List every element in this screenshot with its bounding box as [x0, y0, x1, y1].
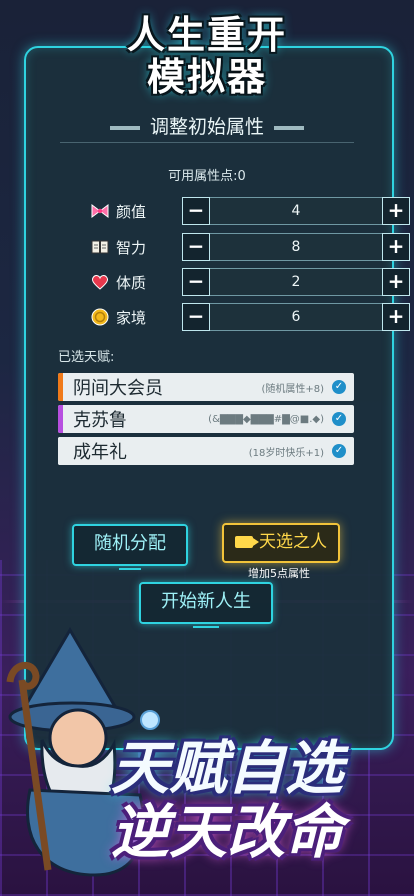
chosen-one-button[interactable]: 天选之人 — [222, 523, 340, 563]
talent-item[interactable]: 克苏鲁 (&▇▇▇◆▇▇▇#▇@■.◆) ✓ — [58, 405, 354, 433]
game-title: 人生重开 模拟器 — [0, 14, 414, 98]
talent-desc: (随机属性+8) — [261, 383, 324, 395]
chosen-one-label: 天选之人 — [259, 532, 327, 552]
button-underline — [193, 626, 219, 628]
book-icon — [90, 237, 110, 257]
increase-button[interactable]: + — [382, 233, 410, 261]
decrease-button[interactable]: − — [182, 268, 210, 296]
title-line-1: 人生重开 — [126, 13, 287, 57]
attribute-value: 4 — [210, 197, 382, 225]
video-camera-icon — [235, 536, 259, 548]
attribute-label: 颜值 — [116, 202, 147, 221]
talent-rarity-bar — [58, 437, 63, 465]
increase-button[interactable]: + — [382, 303, 410, 331]
panel-subtitle: 调整初始属性 — [0, 112, 414, 139]
attribute-value: 2 — [210, 268, 382, 296]
selected-talents-label: 已选天赋: — [58, 350, 115, 365]
talent-name: 阴间大会员 — [73, 378, 163, 399]
promo-line-1: 天赋自选 — [110, 734, 343, 802]
family-stepper: − 6 + — [182, 303, 410, 331]
increase-button[interactable]: + — [382, 197, 410, 225]
coin-icon — [90, 307, 110, 327]
random-allocate-label: 随机分配 — [94, 533, 166, 554]
talent-rarity-bar — [58, 405, 63, 433]
right-deco — [274, 125, 304, 130]
attribute-label: 体质 — [116, 273, 147, 292]
check-icon: ✓ — [332, 380, 346, 394]
heart-icon — [90, 272, 110, 292]
talent-rarity-bar — [58, 373, 63, 401]
start-new-life-button[interactable]: 开始新人生 — [139, 582, 273, 628]
attribute-row-physique: 体质 − 2 + — [90, 268, 410, 296]
check-icon: ✓ — [332, 444, 346, 458]
talent-name: 克苏鲁 — [73, 410, 127, 431]
talent-item[interactable]: 阴间大会员 (随机属性+8) ✓ — [58, 373, 354, 401]
decrease-button[interactable]: − — [182, 197, 210, 225]
check-icon: ✓ — [332, 412, 346, 426]
button-underline — [118, 568, 142, 570]
attribute-row-intelligence: 智力 − 8 + — [90, 233, 410, 261]
talent-name: 成年礼 — [73, 442, 127, 463]
talent-desc: (&▇▇▇◆▇▇▇#▇@■.◆) — [208, 413, 324, 425]
attribute-row-family: 家境 − 6 + — [90, 303, 410, 331]
decrease-button[interactable]: − — [182, 303, 210, 331]
looks-stepper: − 4 + — [182, 197, 410, 225]
subtitle-text: 调整初始属性 — [149, 116, 264, 138]
attribute-value: 6 — [210, 303, 382, 331]
talent-item[interactable]: 成年礼 (18岁时快乐+1) ✓ — [58, 437, 354, 465]
bow-icon — [90, 201, 110, 221]
talent-desc: (18岁时快乐+1) — [248, 447, 324, 459]
attribute-row-looks: 颜值 − 4 + — [90, 197, 410, 225]
increase-button[interactable]: + — [382, 268, 410, 296]
left-deco — [109, 125, 140, 130]
decrease-button[interactable]: − — [182, 233, 210, 261]
attribute-label: 智力 — [116, 238, 147, 257]
promo-line-2: 逆天改命 — [110, 798, 343, 866]
random-allocate-button[interactable]: 随机分配 — [72, 524, 188, 570]
chosen-one-hint: 增加5点属性 — [248, 567, 310, 580]
start-new-life-label: 开始新人生 — [161, 591, 251, 612]
intelligence-stepper: − 8 + — [182, 233, 410, 261]
available-points: 可用属性点:0 — [168, 169, 246, 184]
attribute-value: 8 — [210, 233, 382, 261]
title-line-2: 模拟器 — [146, 55, 267, 99]
divider — [60, 142, 354, 143]
attribute-label: 家境 — [116, 308, 147, 327]
physique-stepper: − 2 + — [182, 268, 410, 296]
